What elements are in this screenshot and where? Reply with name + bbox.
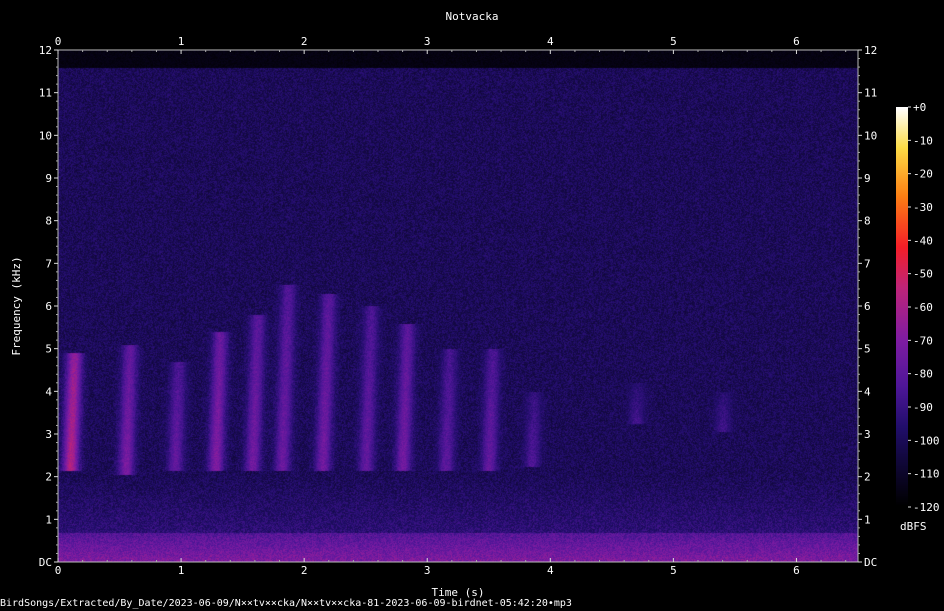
y-tick-right-label: 7 <box>864 257 871 270</box>
y-tick-right-label: 4 <box>864 385 871 398</box>
x-tick-top-label: 5 <box>670 35 677 48</box>
y-tick-right-label: DC <box>864 556 877 569</box>
y-tick-left-label: DC <box>39 556 52 569</box>
colorbar-ticks: +0 -10 -20 -30 -40 -50 -60 -70 -80 -90 -100 -110 -12… <box>908 101 940 514</box>
y-tick-right-label: 5 <box>864 343 871 356</box>
y-tick-right-label: 6 <box>864 300 871 313</box>
x-tick-bottom-label: 4 <box>547 564 554 577</box>
colorbar-tick-label: -20 <box>913 168 933 181</box>
y-tick-left-label: 12 <box>39 44 52 57</box>
x-tick-top-label: 6 <box>793 35 800 48</box>
colorbar-tick-label: -10 <box>913 134 933 147</box>
x-tick-bottom-label: 3 <box>424 564 431 577</box>
y-tick-right-label: 1 <box>864 513 871 526</box>
colorbar-tick-label: -90 <box>913 401 933 414</box>
y-tick-right-label: 2 <box>864 471 871 484</box>
y-tick-left-label: 10 <box>39 129 52 142</box>
x-tick-bottom-label: 2 <box>301 564 308 577</box>
x-tick-top-label: 4 <box>547 35 554 48</box>
colorbar-tick-label: -50 <box>913 268 933 281</box>
y-tick-right-label: 9 <box>864 172 871 185</box>
chart-title: Notvacka <box>446 10 499 23</box>
y-tick-right-label: 8 <box>864 215 871 228</box>
y-tick-left-label: 1 <box>45 513 52 526</box>
colorbar-tick-label: -70 <box>913 334 933 347</box>
file-path-caption: BirdSongs/Extracted/By_Date/2023-06-09/N… <box>0 598 572 609</box>
x-tick-bottom-label: 6 <box>793 564 800 577</box>
x-tick-bottom-label: 5 <box>670 564 677 577</box>
colorbar-tick-label: -120 <box>913 501 940 514</box>
y-tick-right-label: 10 <box>864 129 877 142</box>
y-tick-right-label: 12 <box>864 44 877 57</box>
y-tick-left-label: 9 <box>45 172 52 185</box>
x-tick-top-label: 0 <box>55 35 62 48</box>
colorbar <box>896 107 908 507</box>
y-tick-left-label: 3 <box>45 428 52 441</box>
x-tick-bottom-label: 1 <box>178 564 185 577</box>
x-tick-top-label: 1 <box>178 35 185 48</box>
y-tick-left-label: 6 <box>45 300 52 313</box>
x-tick-bottom-label: 0 <box>55 564 62 577</box>
colorbar-label: dBFS <box>900 520 927 533</box>
colorbar-tick-label: -40 <box>913 234 933 247</box>
spectrogram-plot <box>58 50 858 562</box>
y-tick-left-label: 7 <box>45 257 52 270</box>
y-tick-left-label: 8 <box>45 215 52 228</box>
y-axis-label: Frequency (kHz) <box>10 256 23 355</box>
y-tick-left-label: 11 <box>39 87 52 100</box>
y-tick-left-label: 5 <box>45 343 52 356</box>
y-tick-left-label: 2 <box>45 471 52 484</box>
colorbar-tick-label: -80 <box>913 368 933 381</box>
y-tick-left-label: 4 <box>45 385 52 398</box>
colorbar-tick-label: -110 <box>913 468 940 481</box>
colorbar-tick-label: -30 <box>913 201 933 214</box>
colorbar-tick-label: -100 <box>913 434 940 447</box>
y-tick-right-label: 11 <box>864 87 877 100</box>
x-tick-top-label: 3 <box>424 35 431 48</box>
y-tick-right-label: 3 <box>864 428 871 441</box>
colorbar-tick-label: +0 <box>913 101 926 114</box>
x-tick-top-label: 2 <box>301 35 308 48</box>
colorbar-tick-label: -60 <box>913 301 933 314</box>
spectrogram-chart: Notvacka 00112233445566 DC DC1 12 23 34 45 56 6… <box>10 10 940 599</box>
